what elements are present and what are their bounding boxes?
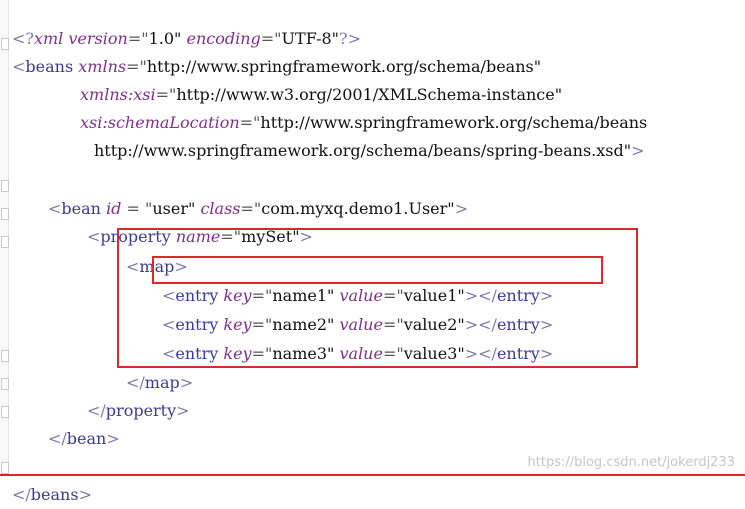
- highlight-box-entry: [152, 256, 603, 284]
- code-line[interactable]: xmlns:xsi="http://www.w3.org/2001/XMLSch…: [80, 53, 562, 104]
- fold-marker-icon[interactable]: [1, 350, 9, 362]
- code-line[interactable]: <property name="mySet">: [87, 195, 313, 246]
- fold-marker-icon[interactable]: [1, 180, 9, 192]
- fold-marker-icon[interactable]: [1, 236, 9, 248]
- code-line[interactable]: http://www.springframework.org/schema/be…: [94, 109, 645, 160]
- tag-name: beans: [30, 485, 79, 504]
- code-line[interactable]: </beans>: [12, 453, 92, 504]
- fold-marker-icon[interactable]: [1, 378, 9, 390]
- code-line[interactable]: <beans xmlns="http://www.springframework…: [12, 25, 541, 76]
- code-line[interactable]: <bean id = "user" class="com.myxq.demo1.…: [48, 167, 468, 218]
- fold-marker-icon[interactable]: [1, 208, 9, 220]
- watermark: https://blog.csdn.net/jokerdj233: [527, 455, 735, 470]
- fold-marker-icon[interactable]: [1, 406, 9, 418]
- code-line[interactable]: </property>: [87, 369, 190, 420]
- tag-name: beans: [25, 57, 74, 76]
- code-line[interactable]: xsi:schemaLocation="http://www.springfra…: [80, 81, 647, 132]
- tag-name: bean: [66, 429, 107, 448]
- code-line[interactable]: <?xml version="1.0" encoding="UTF-8"?>: [12, 0, 361, 48]
- attr-value: http://www.springframework.org/schema/be…: [94, 141, 624, 160]
- fold-marker-icon[interactable]: [1, 38, 9, 50]
- highlight-box-map: [117, 228, 638, 368]
- fold-marker-icon[interactable]: [1, 462, 9, 474]
- code-line[interactable]: </bean>: [48, 397, 120, 448]
